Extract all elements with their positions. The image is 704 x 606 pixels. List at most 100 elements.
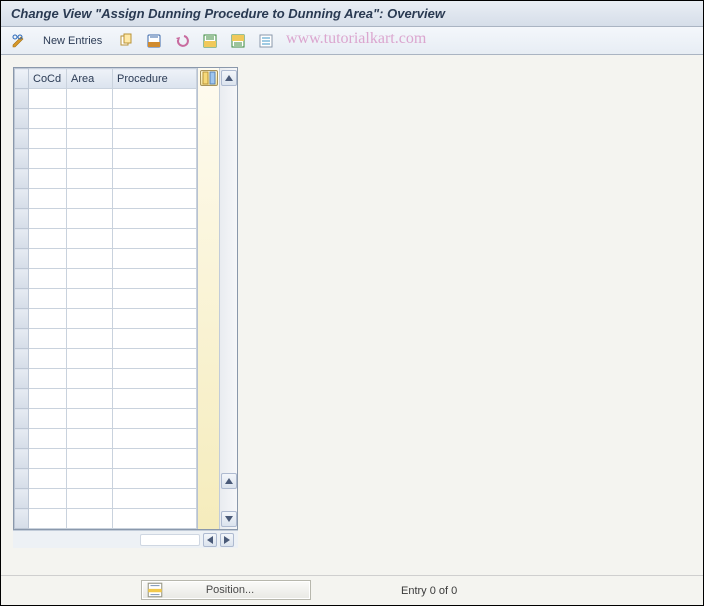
deselect-all-button[interactable] <box>254 31 278 51</box>
cell-cocd[interactable] <box>29 409 67 429</box>
table-row[interactable] <box>15 349 197 369</box>
new-entries-button[interactable]: New Entries <box>35 31 110 51</box>
table-row[interactable] <box>15 229 197 249</box>
cell-area[interactable] <box>67 269 113 289</box>
horizontal-scrollbar[interactable] <box>13 530 238 548</box>
data-grid[interactable]: CoCd Area Procedure <box>14 68 197 529</box>
row-selector[interactable] <box>15 189 29 209</box>
cell-cocd[interactable] <box>29 289 67 309</box>
table-row[interactable] <box>15 149 197 169</box>
table-row[interactable] <box>15 329 197 349</box>
table-row[interactable] <box>15 489 197 509</box>
cell-area[interactable] <box>67 289 113 309</box>
scroll-down-button-2[interactable] <box>221 511 237 527</box>
cell-cocd[interactable] <box>29 329 67 349</box>
table-row[interactable] <box>15 189 197 209</box>
row-selector[interactable] <box>15 449 29 469</box>
cell-procedure[interactable] <box>113 169 197 189</box>
table-row[interactable] <box>15 429 197 449</box>
row-selector[interactable] <box>15 249 29 269</box>
column-header-cocd[interactable]: CoCd <box>29 69 67 89</box>
cell-area[interactable] <box>67 169 113 189</box>
cell-area[interactable] <box>67 149 113 169</box>
row-selector[interactable] <box>15 389 29 409</box>
cell-area[interactable] <box>67 89 113 109</box>
select-block-button[interactable] <box>226 31 250 51</box>
cell-procedure[interactable] <box>113 389 197 409</box>
table-row[interactable] <box>15 509 197 529</box>
cell-procedure[interactable] <box>113 409 197 429</box>
position-button[interactable]: Position... <box>141 580 311 600</box>
cell-area[interactable] <box>67 309 113 329</box>
cell-procedure[interactable] <box>113 89 197 109</box>
cell-procedure[interactable] <box>113 229 197 249</box>
row-selector[interactable] <box>15 109 29 129</box>
scroll-left-button[interactable] <box>203 533 217 547</box>
cell-area[interactable] <box>67 469 113 489</box>
scroll-right-button[interactable] <box>220 533 234 547</box>
cell-procedure[interactable] <box>113 309 197 329</box>
cell-cocd[interactable] <box>29 109 67 129</box>
cell-cocd[interactable] <box>29 349 67 369</box>
cell-area[interactable] <box>67 189 113 209</box>
hscroll-track[interactable] <box>140 534 200 546</box>
cell-procedure[interactable] <box>113 449 197 469</box>
table-row[interactable] <box>15 449 197 469</box>
row-selector[interactable] <box>15 89 29 109</box>
cell-procedure[interactable] <box>113 129 197 149</box>
column-header-procedure[interactable]: Procedure <box>113 69 197 89</box>
cell-procedure[interactable] <box>113 189 197 209</box>
table-row[interactable] <box>15 309 197 329</box>
cell-procedure[interactable] <box>113 369 197 389</box>
cell-area[interactable] <box>67 209 113 229</box>
cell-cocd[interactable] <box>29 169 67 189</box>
cell-cocd[interactable] <box>29 389 67 409</box>
cell-procedure[interactable] <box>113 209 197 229</box>
table-row[interactable] <box>15 129 197 149</box>
table-row[interactable] <box>15 249 197 269</box>
row-selector[interactable] <box>15 429 29 449</box>
cell-cocd[interactable] <box>29 189 67 209</box>
row-selector[interactable] <box>15 349 29 369</box>
cell-cocd[interactable] <box>29 489 67 509</box>
row-selector[interactable] <box>15 509 29 529</box>
cell-area[interactable] <box>67 369 113 389</box>
table-row[interactable] <box>15 269 197 289</box>
undo-change-button[interactable] <box>170 31 194 51</box>
cell-procedure[interactable] <box>113 429 197 449</box>
vscroll-track[interactable] <box>220 88 237 473</box>
scroll-down-button[interactable] <box>221 473 237 489</box>
cell-cocd[interactable] <box>29 469 67 489</box>
row-selector[interactable] <box>15 409 29 429</box>
cell-procedure[interactable] <box>113 269 197 289</box>
select-all-button[interactable] <box>198 31 222 51</box>
cell-procedure[interactable] <box>113 249 197 269</box>
cell-cocd[interactable] <box>29 129 67 149</box>
cell-cocd[interactable] <box>29 449 67 469</box>
cell-procedure[interactable] <box>113 349 197 369</box>
cell-cocd[interactable] <box>29 429 67 449</box>
cell-cocd[interactable] <box>29 309 67 329</box>
cell-area[interactable] <box>67 389 113 409</box>
scroll-up-button[interactable] <box>221 70 237 86</box>
row-selector[interactable] <box>15 369 29 389</box>
cell-area[interactable] <box>67 249 113 269</box>
row-selector[interactable] <box>15 289 29 309</box>
row-selector[interactable] <box>15 169 29 189</box>
row-selector[interactable] <box>15 269 29 289</box>
cell-cocd[interactable] <box>29 269 67 289</box>
cell-area[interactable] <box>67 229 113 249</box>
row-selector[interactable] <box>15 149 29 169</box>
row-selector[interactable] <box>15 309 29 329</box>
cell-procedure[interactable] <box>113 109 197 129</box>
cell-cocd[interactable] <box>29 369 67 389</box>
cell-area[interactable] <box>67 509 113 529</box>
cell-procedure[interactable] <box>113 289 197 309</box>
vertical-scrollbar[interactable] <box>219 68 237 529</box>
cell-cocd[interactable] <box>29 209 67 229</box>
table-row[interactable] <box>15 109 197 129</box>
table-row[interactable] <box>15 369 197 389</box>
cell-area[interactable] <box>67 349 113 369</box>
table-row[interactable] <box>15 389 197 409</box>
cell-cocd[interactable] <box>29 509 67 529</box>
